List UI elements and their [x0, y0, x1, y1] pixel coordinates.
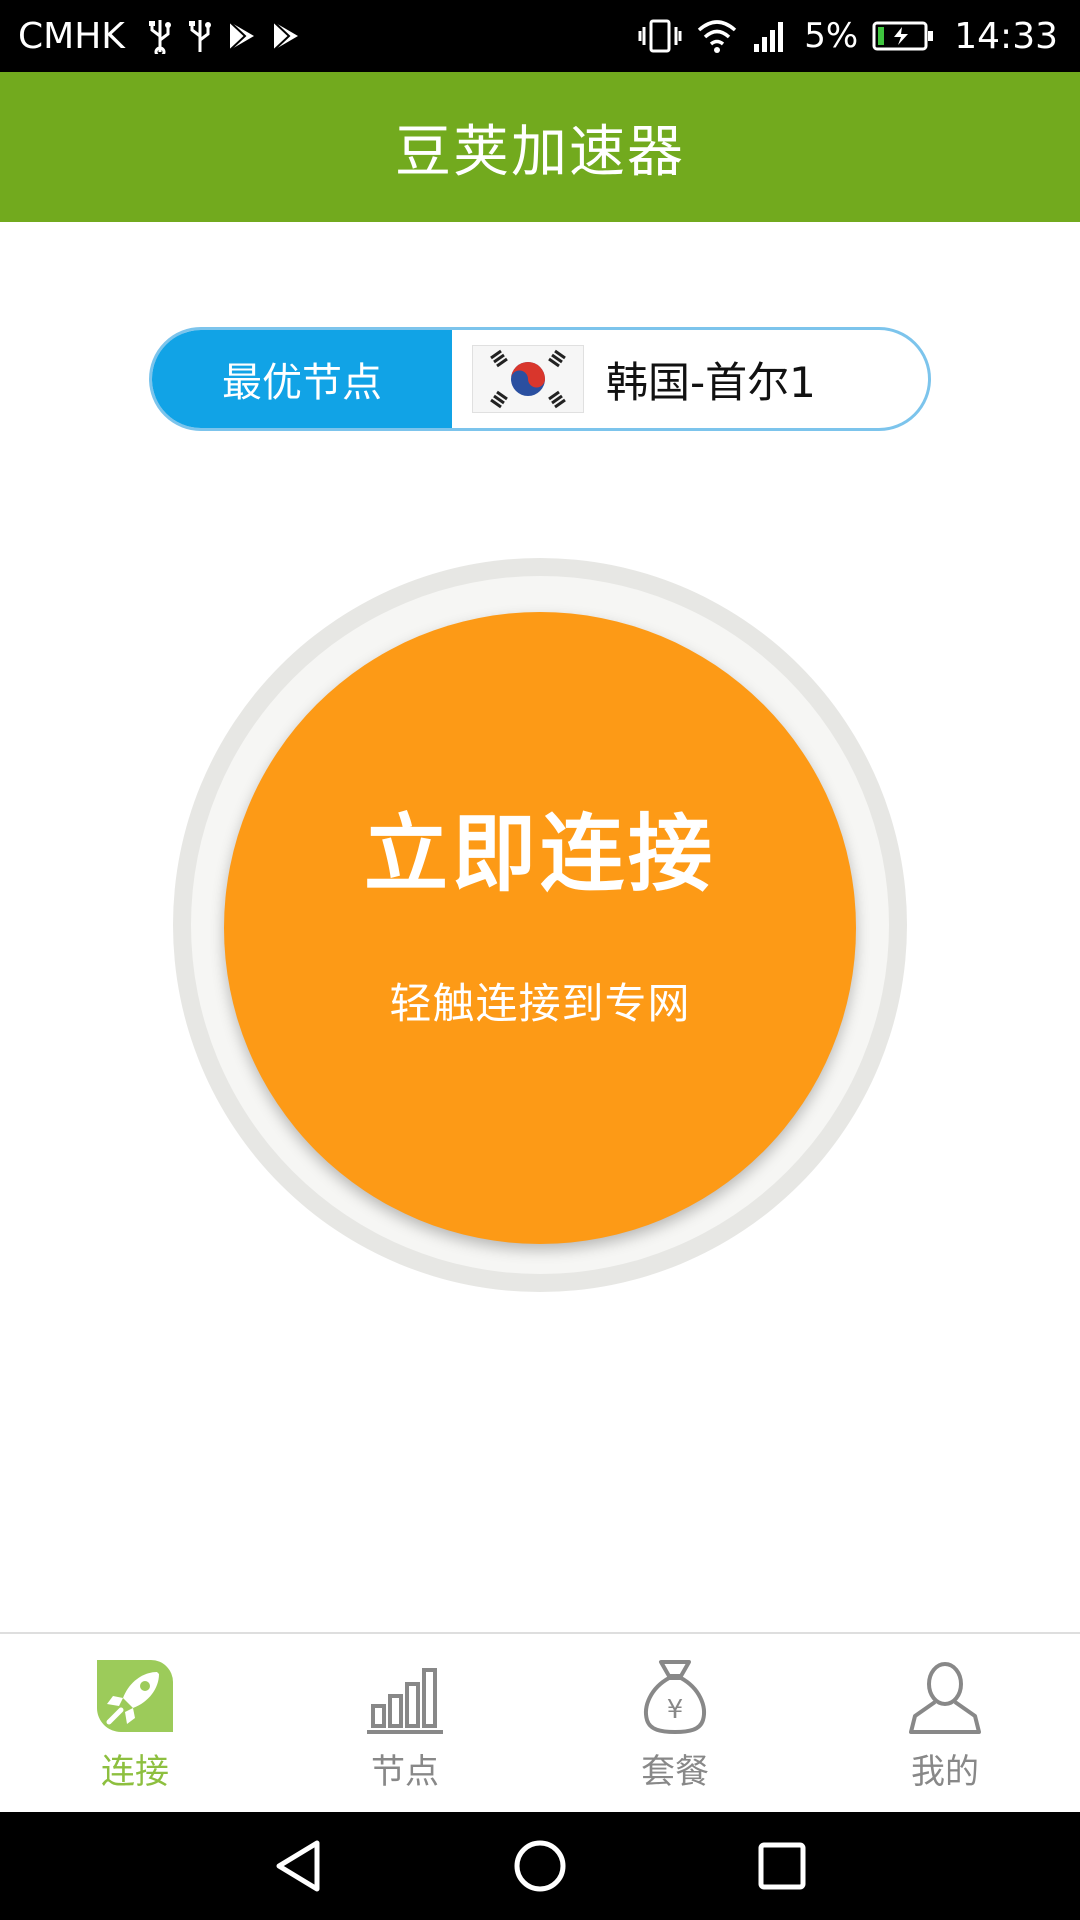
tab-plans[interactable]: ¥ 套餐 [540, 1634, 810, 1812]
wifi-icon [696, 18, 738, 54]
home-icon[interactable] [513, 1839, 567, 1893]
connect-button[interactable]: 立即连接 轻触连接到专网 [224, 612, 856, 1244]
connect-subtitle: 轻触连接到专网 [389, 979, 691, 1028]
tab-label: 连接 [101, 1752, 169, 1792]
battery-percent: 5% [804, 16, 859, 56]
clock: 14:33 [954, 15, 1058, 57]
status-left: CMHK [18, 16, 301, 57]
user-icon [905, 1656, 985, 1736]
app-header: 豆荚加速器 [0, 72, 1080, 222]
node-name: 韩国-首尔1 [606, 357, 816, 407]
tab-label: 我的 [911, 1752, 979, 1792]
carrier-name: CMHK [18, 15, 125, 57]
status-bar: CMHK 5% 14:33 [0, 0, 1080, 72]
money-bag-icon: ¥ [635, 1656, 715, 1736]
node-selector[interactable]: 最优节点 韩国-首尔1 [149, 327, 931, 431]
svg-text:¥: ¥ [667, 1695, 684, 1725]
south-korea-flag-icon [472, 345, 584, 413]
connect-title: 立即连接 [363, 805, 716, 903]
best-node-label: 最优节点 [152, 330, 452, 428]
vibrate-icon [638, 18, 682, 54]
usb-icon [187, 18, 213, 54]
usb-icon [147, 18, 173, 54]
bar-chart-icon [365, 1656, 445, 1736]
tab-label: 节点 [371, 1752, 439, 1792]
back-icon[interactable] [273, 1839, 323, 1893]
tab-connect[interactable]: 连接 [0, 1634, 270, 1812]
selected-node[interactable]: 韩国-首尔1 [452, 330, 928, 428]
rocket-icon [95, 1656, 175, 1736]
play-store-icon [227, 20, 257, 52]
status-right: 5% 14:33 [638, 16, 1058, 57]
tab-nodes[interactable]: 节点 [270, 1634, 540, 1812]
best-node-text: 最优节点 [222, 360, 382, 406]
app-title: 豆荚加速器 [395, 119, 685, 185]
tab-profile[interactable]: 我的 [810, 1634, 1080, 1812]
tab-label: 套餐 [641, 1752, 709, 1792]
tab-bar: 连接 节点 ¥ 套餐 我的 [0, 1632, 1080, 1812]
system-nav-bar [0, 1812, 1080, 1920]
signal-icon [752, 18, 790, 54]
battery-charging-icon [872, 20, 934, 52]
play-store-icon [271, 20, 301, 52]
recents-icon[interactable] [757, 1841, 807, 1891]
